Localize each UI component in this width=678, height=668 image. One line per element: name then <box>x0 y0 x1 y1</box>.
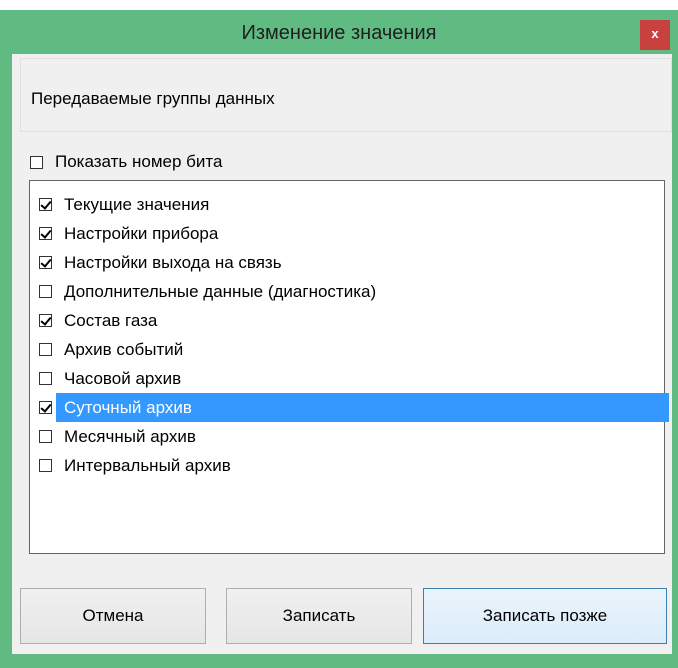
list-item-label: Часовой архив <box>64 368 182 388</box>
dialog-body: Передаваемые группы данных Показать номе… <box>12 54 672 654</box>
cancel-button[interactable]: Отмена <box>20 588 206 644</box>
list-item-label: Настройки прибора <box>64 223 219 243</box>
list-item[interactable]: Месячный архив <box>32 422 662 451</box>
list-item-label: Дополнительные данные (диагностика) <box>64 281 377 301</box>
list-item-label: Настройки выхода на связь <box>64 252 282 272</box>
list-item[interactable]: Текущие значения <box>32 190 662 219</box>
list-item[interactable]: Архив событий <box>32 335 662 364</box>
list-item-label: Архив событий <box>64 339 184 359</box>
list-item-checkbox[interactable] <box>39 372 52 385</box>
list-item-checkbox[interactable] <box>39 430 52 443</box>
write-later-button[interactable]: Записать позже <box>423 588 667 644</box>
list-item-checkbox[interactable] <box>39 285 52 298</box>
list-item-checkbox[interactable] <box>39 343 52 356</box>
list-item[interactable]: Суточный архив <box>32 393 669 422</box>
list-item[interactable]: Дополнительные данные (диагностика) <box>32 277 662 306</box>
show-bit-checkbox-row[interactable]: Показать номер бита <box>30 152 222 172</box>
list-item[interactable]: Состав газа <box>32 306 662 335</box>
dialog-window: Изменение значения x Передаваемые группы… <box>0 10 678 668</box>
list-item-label: Интервальный архив <box>64 455 231 475</box>
group-header-panel: Передаваемые группы данных <box>20 58 672 132</box>
window-title: Изменение значения <box>241 22 437 44</box>
write-button[interactable]: Записать <box>226 588 412 644</box>
show-bit-label: Показать номер бита <box>55 152 223 171</box>
list-item-checkbox[interactable] <box>39 256 52 269</box>
list-item-label: Состав газа <box>64 310 158 330</box>
list-item-checkbox[interactable] <box>39 198 52 211</box>
background-page-fragment <box>0 0 678 10</box>
list-item-checkbox[interactable] <box>39 227 52 240</box>
list-item-checkbox[interactable] <box>39 314 52 327</box>
list-item[interactable]: Интервальный архив <box>32 451 662 480</box>
list-item[interactable]: Настройки выхода на связь <box>32 248 662 277</box>
list-item-checkbox[interactable] <box>39 459 52 472</box>
list-item-label: Текущие значения <box>64 194 210 214</box>
list-item-label: Месячный архив <box>64 426 196 446</box>
list-item[interactable]: Часовой архив <box>32 364 662 393</box>
list-item[interactable]: Настройки прибора <box>32 219 662 248</box>
list-item-label: Суточный архив <box>64 397 192 417</box>
group-header-label: Передаваемые группы данных <box>31 89 275 108</box>
data-groups-listbox[interactable]: Текущие значения Настройки прибора Настрой… <box>29 180 669 554</box>
show-bit-checkbox[interactable] <box>30 155 43 169</box>
close-button[interactable]: x <box>640 20 670 50</box>
list-item-checkbox[interactable] <box>39 401 52 414</box>
